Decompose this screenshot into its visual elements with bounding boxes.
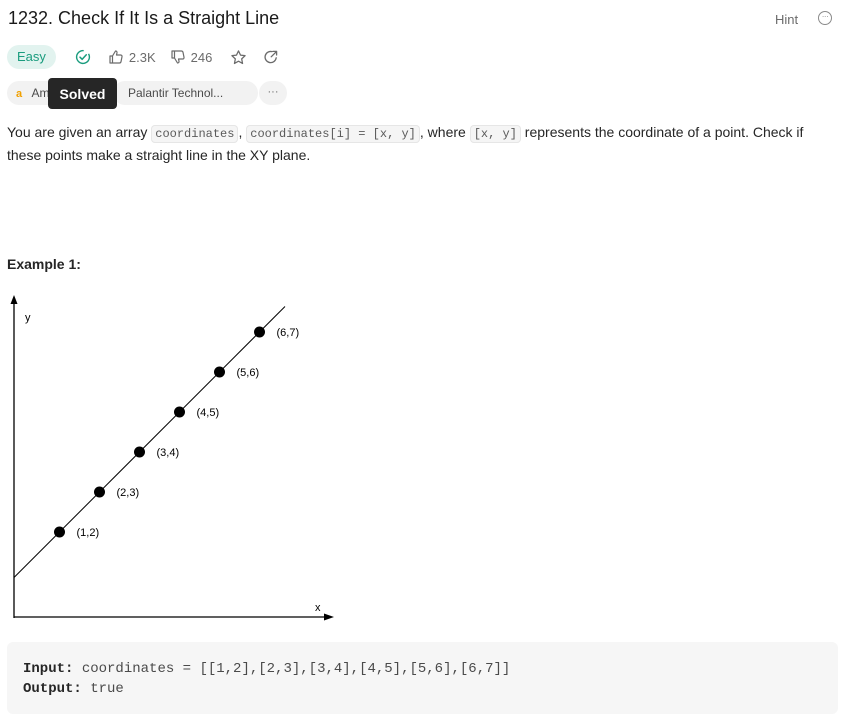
x-axis-label: x xyxy=(315,602,321,614)
data-point xyxy=(54,526,65,538)
example-title: Example 1: xyxy=(7,256,81,272)
fit-line xyxy=(13,306,286,578)
example-code-block: Input: coordinates = [[1,2],[2,3],[3,4],… xyxy=(7,642,838,714)
like-button[interactable]: 2.3K xyxy=(108,49,156,65)
problem-meta-bar: Easy 2.3K 246 xyxy=(7,44,279,70)
point-label: (2,3) xyxy=(117,487,140,499)
point-label: (4,5) xyxy=(197,407,220,419)
company-tag-palantir[interactable]: Palantir Technol... xyxy=(113,81,258,105)
data-point xyxy=(94,486,105,498)
solved-check-icon xyxy=(75,49,91,65)
thumbs-up-icon xyxy=(109,50,123,64)
inline-code: coordinates[i] = [x, y] xyxy=(246,125,420,143)
data-point xyxy=(174,406,185,418)
inline-code: [x, y] xyxy=(469,125,521,143)
more-tags-button[interactable]: ··· xyxy=(259,81,287,105)
problem-title: 1232. Check If It Is a Straight Line xyxy=(8,8,280,28)
dislike-button[interactable]: 246 xyxy=(170,49,213,65)
dislike-count: 246 xyxy=(190,49,213,65)
output-label: Output: xyxy=(23,681,82,697)
like-count: 2.3K xyxy=(128,49,156,65)
data-point xyxy=(214,366,225,378)
thumbs-down-icon xyxy=(171,50,185,64)
amazon-icon: a xyxy=(16,88,23,100)
solved-tooltip: Solved xyxy=(48,78,117,109)
data-point xyxy=(134,446,145,458)
output-value: true xyxy=(90,681,124,697)
favorite-star-icon[interactable] xyxy=(230,49,247,66)
y-axis-label: y xyxy=(25,312,31,324)
y-axis-arrow-icon xyxy=(10,295,18,304)
more-options-icon[interactable]: ··· xyxy=(818,11,832,25)
data-point xyxy=(254,326,265,338)
input-value: coordinates = [[1,2],[2,3],[3,4],[4,5],[… xyxy=(81,661,511,677)
example-chart: y x (1,2) (2,3) (3,4) (4,5) (5,6) (6,7) xyxy=(10,295,334,621)
problem-description: You are given an array coordinates, coor… xyxy=(7,124,804,163)
share-icon[interactable] xyxy=(263,49,279,65)
input-label: Input: xyxy=(23,661,74,677)
difficulty-badge: Easy xyxy=(7,45,56,69)
hint-button[interactable]: Hint xyxy=(775,12,798,27)
inline-code: coordinates xyxy=(151,125,239,143)
x-axis-arrow-icon xyxy=(324,613,334,621)
point-label: (5,6) xyxy=(237,367,260,379)
point-label: (6,7) xyxy=(277,327,300,339)
point-label: (3,4) xyxy=(157,447,180,459)
point-label: (1,2) xyxy=(77,527,100,539)
